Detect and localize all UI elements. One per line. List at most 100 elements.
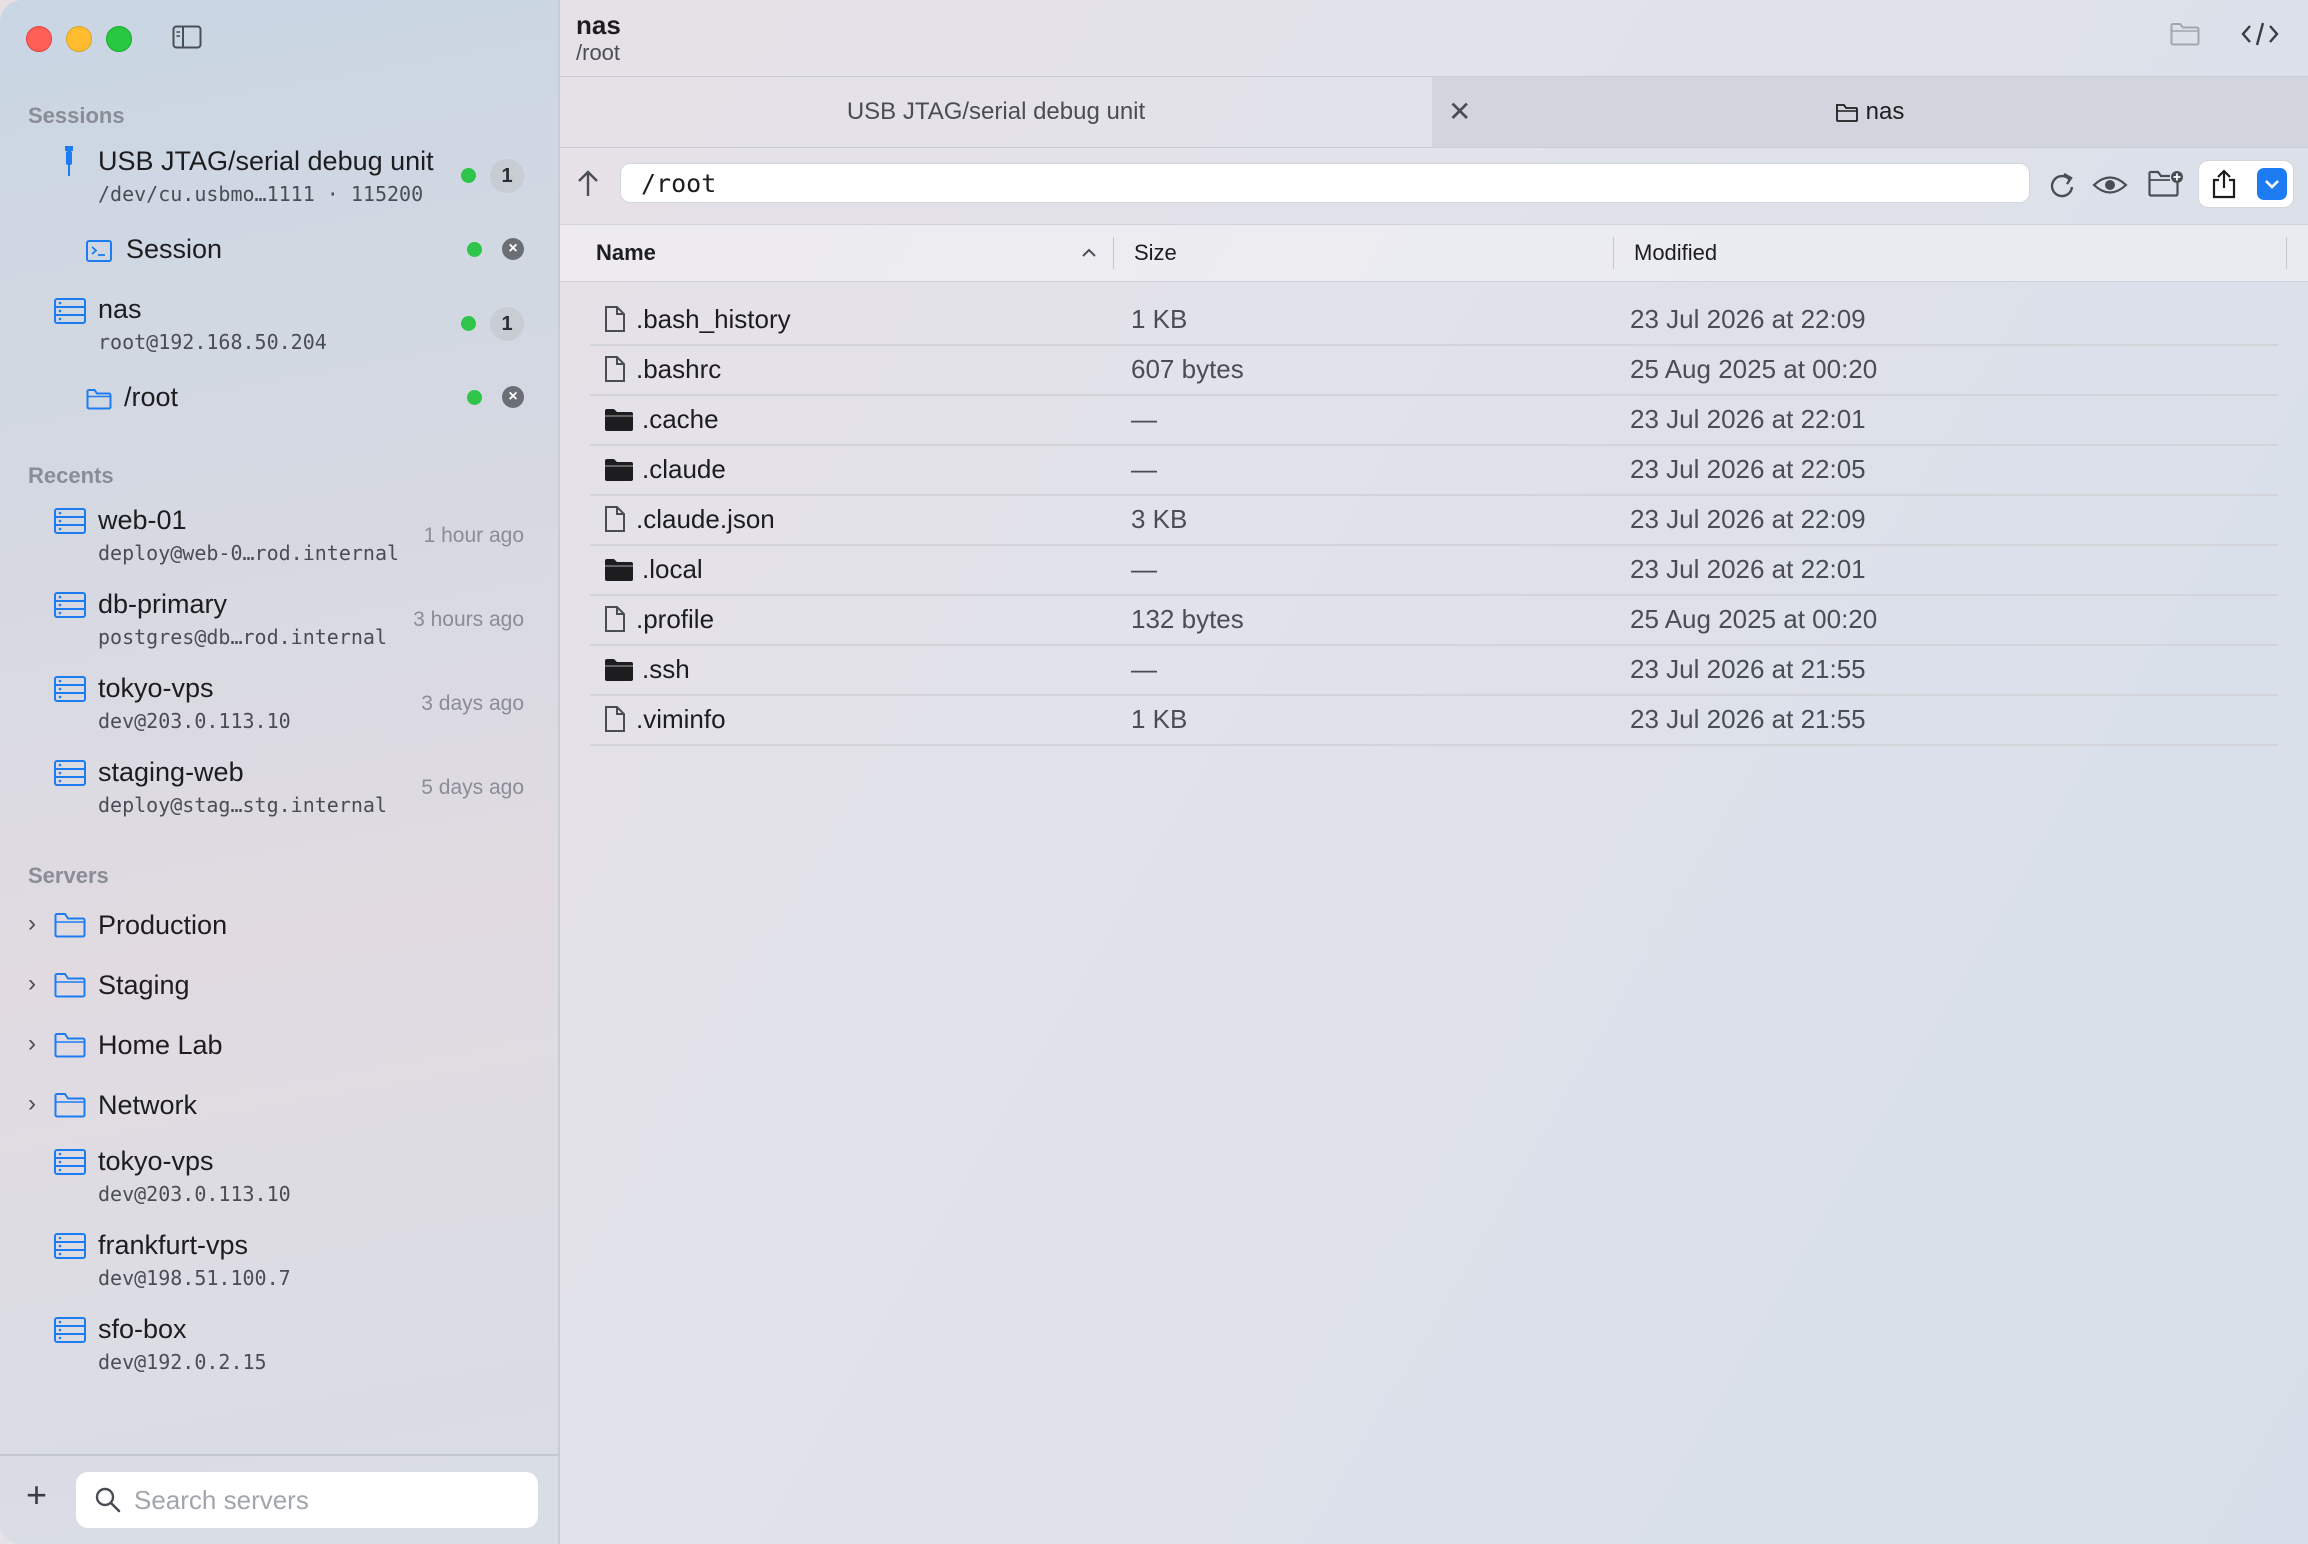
column-header-modified[interactable]: Modified bbox=[1634, 225, 1717, 281]
file-icon bbox=[604, 305, 626, 338]
table-row[interactable]: .bash_history 1 KB 23 Jul 2026 at 22:09 bbox=[590, 296, 2278, 346]
app-window: Sessions USB JTAG/serial debug unit /dev… bbox=[0, 0, 2308, 1544]
file-list: .bash_history 1 KB 23 Jul 2026 at 22:09 … bbox=[560, 296, 2308, 746]
file-name: .bashrc bbox=[636, 354, 722, 384]
file-name: .viminfo bbox=[636, 704, 726, 734]
server-group-label: Production bbox=[98, 910, 228, 940]
column-header-name[interactable]: Name bbox=[596, 225, 656, 281]
sort-ascending-icon[interactable] bbox=[1080, 225, 1098, 281]
chevron-right-icon[interactable]: › bbox=[28, 1030, 36, 1058]
server-icon bbox=[54, 298, 86, 329]
session-title: Session bbox=[126, 234, 223, 264]
add-server-button[interactable]: + bbox=[26, 1477, 47, 1513]
sessions-section-label: Sessions bbox=[28, 103, 125, 128]
recent-subtitle: dev@203.0.113.10 bbox=[98, 709, 291, 733]
folder-icon bbox=[86, 388, 112, 415]
server-subtitle: dev@198.51.100.7 bbox=[98, 1266, 291, 1290]
column-header-size[interactable]: Size bbox=[1134, 225, 1177, 281]
chevron-down-icon[interactable] bbox=[2257, 168, 2287, 200]
status-online-dot bbox=[461, 316, 476, 331]
recent-title: db-primary bbox=[98, 589, 228, 619]
chevron-right-icon[interactable]: › bbox=[28, 1090, 36, 1118]
server-group-label: Home Lab bbox=[98, 1030, 223, 1060]
recent-time: 3 days ago bbox=[421, 692, 524, 715]
folder-icon[interactable] bbox=[2170, 22, 2200, 51]
folder-name: .local bbox=[642, 554, 703, 584]
refresh-icon[interactable] bbox=[2048, 170, 2076, 205]
servers-section-label: Servers bbox=[28, 863, 109, 888]
session-title: USB JTAG/serial debug unit bbox=[98, 146, 434, 176]
server-icon bbox=[54, 1317, 86, 1348]
code-icon[interactable] bbox=[2240, 20, 2280, 53]
file-size: — bbox=[1131, 404, 1157, 434]
folder-icon bbox=[604, 458, 634, 487]
close-session-icon[interactable]: × bbox=[502, 238, 524, 260]
main-pane: nas /root USB JTAG/serial debug unit ✕ n… bbox=[560, 0, 2308, 1544]
status-online-dot bbox=[467, 390, 482, 405]
file-size: 607 bytes bbox=[1131, 354, 1244, 384]
table-row[interactable]: .local — 23 Jul 2026 at 22:01 bbox=[590, 546, 2278, 596]
usb-plug-icon bbox=[62, 146, 76, 181]
tab-usb-jtag[interactable]: USB JTAG/serial debug unit bbox=[560, 77, 1432, 147]
window-subtitle: /root bbox=[576, 40, 621, 65]
table-row[interactable]: .cache — 23 Jul 2026 at 22:01 bbox=[590, 396, 2278, 446]
window-title: nas bbox=[576, 10, 621, 40]
file-icon bbox=[604, 705, 626, 738]
recent-title: web-01 bbox=[98, 505, 187, 535]
file-size: — bbox=[1131, 554, 1157, 584]
session-title: /root bbox=[124, 382, 179, 412]
folder-icon bbox=[1835, 80, 1858, 150]
recent-title: tokyo-vps bbox=[98, 673, 214, 703]
search-placeholder: Search servers bbox=[134, 1485, 309, 1515]
table-row[interactable]: .claude — 23 Jul 2026 at 22:05 bbox=[590, 446, 2278, 496]
table-row[interactable]: .claude.json 3 KB 23 Jul 2026 at 22:09 bbox=[590, 496, 2278, 546]
server-subtitle: dev@192.0.2.15 bbox=[98, 1350, 267, 1374]
file-icon bbox=[604, 605, 626, 638]
server-icon bbox=[54, 1149, 86, 1180]
chevron-right-icon[interactable]: › bbox=[28, 910, 36, 938]
sidebar: Sessions USB JTAG/serial debug unit /dev… bbox=[0, 0, 560, 1544]
sidebar-toggle-icon[interactable] bbox=[172, 25, 202, 49]
table-row[interactable]: .viminfo 1 KB 23 Jul 2026 at 21:55 bbox=[590, 696, 2278, 746]
search-servers-field[interactable]: Search servers bbox=[76, 1472, 538, 1528]
recent-subtitle: deploy@web-0…rod.internal bbox=[98, 541, 400, 565]
folder-name: .claude bbox=[642, 454, 726, 484]
path-input[interactable]: /root bbox=[620, 163, 2030, 203]
column-divider[interactable] bbox=[1613, 237, 1614, 269]
column-divider[interactable] bbox=[2286, 237, 2287, 269]
file-modified: 23 Jul 2026 at 22:01 bbox=[1630, 554, 1866, 584]
session-title: nas bbox=[98, 294, 142, 324]
folder-icon bbox=[604, 408, 634, 437]
server-icon bbox=[54, 592, 86, 623]
file-icon bbox=[604, 505, 626, 538]
chevron-right-icon[interactable]: › bbox=[28, 970, 36, 998]
file-name: .bash_history bbox=[636, 304, 791, 334]
recent-subtitle: deploy@stag…stg.internal bbox=[98, 793, 387, 817]
table-row[interactable]: .profile 132 bytes 25 Aug 2025 at 00:20 bbox=[590, 596, 2278, 646]
folder-name: .ssh bbox=[642, 654, 690, 684]
server-group-label: Network bbox=[98, 1090, 198, 1120]
zoom-window-button[interactable] bbox=[106, 26, 132, 52]
column-divider[interactable] bbox=[1113, 237, 1114, 269]
file-modified: 25 Aug 2025 at 00:20 bbox=[1630, 604, 1878, 634]
file-size: 1 KB bbox=[1131, 304, 1188, 334]
folder-icon bbox=[604, 558, 634, 587]
eye-icon[interactable] bbox=[2092, 174, 2128, 201]
folder-icon bbox=[54, 1032, 86, 1063]
file-modified: 23 Jul 2026 at 22:01 bbox=[1630, 404, 1866, 434]
tab-nas[interactable]: ✕ nas bbox=[1432, 77, 2308, 147]
server-title: sfo-box bbox=[98, 1314, 187, 1344]
up-arrow-icon[interactable] bbox=[576, 168, 600, 206]
file-modified: 25 Aug 2025 at 00:20 bbox=[1630, 354, 1878, 384]
close-session-icon[interactable]: × bbox=[502, 386, 524, 408]
close-window-button[interactable] bbox=[26, 26, 52, 52]
share-icon[interactable] bbox=[2211, 169, 2237, 204]
session-count-badge: 1 bbox=[490, 307, 524, 341]
table-row[interactable]: .ssh — 23 Jul 2026 at 21:55 bbox=[590, 646, 2278, 696]
minimize-window-button[interactable] bbox=[66, 26, 92, 52]
recent-subtitle: postgres@db…rod.internal bbox=[98, 625, 387, 649]
table-row[interactable]: .bashrc 607 bytes 25 Aug 2025 at 00:20 bbox=[590, 346, 2278, 396]
server-icon bbox=[54, 676, 86, 707]
search-icon bbox=[94, 1486, 122, 1519]
new-folder-icon[interactable] bbox=[2148, 170, 2184, 203]
